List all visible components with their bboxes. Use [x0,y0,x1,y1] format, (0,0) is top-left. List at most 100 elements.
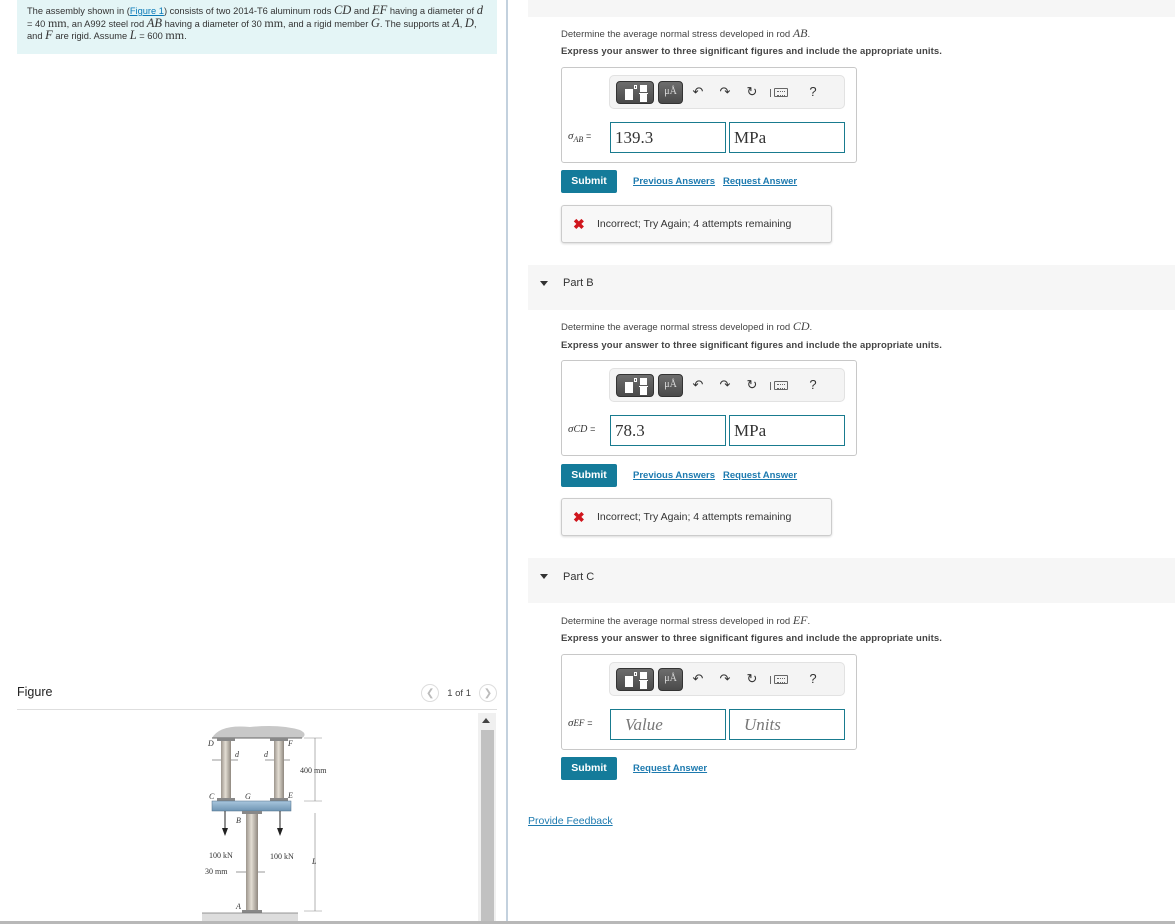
label-l: L [312,857,317,866]
rod-name: EF [792,613,808,627]
math-toolbar: μÅ ↶ ↷ ↻ ? [609,75,845,109]
reset-icon[interactable]: ↻ [744,377,760,393]
scroll-thumb[interactable] [481,730,494,921]
sigma-label: σCD = [568,423,596,435]
feedback-incorrect: ✖ Incorrect; Try Again; 4 attempts remai… [561,205,832,243]
problem-text: . [184,31,187,42]
keyboard-icon[interactable] [774,381,788,390]
request-answer-link[interactable]: Request Answer [633,763,707,774]
part-c-question: Determine the average normal stress deve… [561,613,811,627]
keyboard-divider [770,676,771,684]
rigid-member-g [211,800,292,812]
caret-down-icon [540,281,548,286]
figure-header: Figure ❮ 1 of 1 ❯ [17,680,497,710]
problem-text: , and a rigid member [283,18,371,29]
label-a: A [236,902,241,911]
left-panel: The assembly shown in (Figure 1) consist… [0,0,507,922]
keyboard-icon[interactable] [774,88,788,97]
chevron-right-icon: ❯ [483,687,493,699]
undo-icon[interactable]: ↶ [690,671,706,687]
unit-input[interactable]: MPa [729,415,845,446]
part-a-instruction: Express your answer to three significant… [561,46,942,57]
load-arrow-right [277,828,283,836]
redo-icon[interactable]: ↷ [717,671,733,687]
previous-answers-link[interactable]: Previous Answers [633,176,715,187]
label-c: C [209,792,215,801]
reset-icon[interactable]: ↻ [744,84,760,100]
part-a-question: Determine the average normal stress deve… [561,26,811,40]
part-a-header[interactable] [528,0,1175,17]
load-arrow-left [222,828,228,836]
redo-icon[interactable]: ↷ [717,84,733,100]
help-button[interactable]: ? [805,377,821,393]
redo-icon[interactable]: ↷ [717,377,733,393]
units-button[interactable]: μÅ [658,81,683,104]
prev-figure-button[interactable]: ❮ [421,684,440,702]
unit-input[interactable]: Units [729,709,845,740]
label-g: G [245,792,251,801]
part-b-label: Part B [563,277,594,289]
problem-text: having a diameter of [387,6,477,16]
label-d-support: D [208,739,214,748]
scroll-up-icon[interactable] [482,718,490,723]
label-f: F [288,739,293,748]
question-text: Determine the average normal stress deve… [561,29,793,40]
keyboard-divider [770,382,771,390]
math-cd: CD [333,3,352,17]
problem-text: . The supports at [379,18,453,29]
chevron-left-icon: ❮ [426,687,435,699]
rod-name: AB [792,26,808,40]
undo-icon[interactable]: ↶ [690,377,706,393]
request-answer-link[interactable]: Request Answer [723,176,797,187]
part-c-instruction: Express your answer to three significant… [561,633,942,644]
sigma-label: σAB = [568,130,592,145]
reset-icon[interactable]: ↻ [744,671,760,687]
math-toolbar: μÅ ↶ ↷ ↻ ? [609,662,845,696]
units-button[interactable]: μÅ [658,374,683,397]
rod-ab [246,813,258,912]
problem-text: = 40 [27,18,48,29]
template-button[interactable] [616,374,654,397]
help-button[interactable]: ? [805,671,821,687]
part-b-answer-box: μÅ ↶ ↷ ↻ ? σCD = 78.3 MPa [561,360,857,456]
request-answer-link[interactable]: Request Answer [723,470,797,481]
undo-icon[interactable]: ↶ [690,84,706,100]
problem-text: are rigid. Assume [52,31,130,42]
template-button[interactable] [616,668,654,691]
problem-text: , an A992 steel rod [66,18,147,29]
label-d1: d [235,750,239,759]
next-figure-button[interactable]: ❯ [479,684,497,702]
unit-input[interactable]: MPa [729,122,845,153]
value-input[interactable]: 78.3 [610,415,726,446]
value-input[interactable]: Value [610,709,726,740]
math-ab: AB [146,15,163,30]
part-c-header[interactable]: Part C [528,558,1175,603]
units-button[interactable]: μÅ [658,668,683,691]
sigma-subscript: CD [573,424,588,435]
math-toolbar: μÅ ↶ ↷ ↻ ? [609,368,845,402]
submit-button[interactable]: Submit [561,170,617,193]
page: The assembly shown in (Figure 1) consist… [0,0,1175,924]
label-load-left: 100 kN [209,851,233,860]
keyboard-icon[interactable] [774,675,788,684]
ceiling-support [212,726,305,738]
submit-button[interactable]: Submit [561,757,617,780]
figure-scrollbar[interactable] [478,713,496,921]
submit-button[interactable]: Submit [561,464,617,487]
template-button[interactable] [616,81,654,104]
provide-feedback-link[interactable]: Provide Feedback [528,815,613,827]
part-a-answer-box: μÅ ↶ ↷ ↻ ? σAB = 139.3 MPa [561,67,857,163]
math-a: A [452,15,460,30]
figure-link[interactable]: Figure 1 [130,6,164,16]
previous-answers-link[interactable]: Previous Answers [633,470,715,481]
sigma-subscript: AB [573,135,584,145]
part-b-header[interactable]: Part B [528,265,1175,310]
problem-text: ) consists of two 2014-T6 aluminum rods [163,6,334,16]
error-x-icon: ✖ [573,509,585,525]
math-g: G [370,15,380,30]
value-input[interactable]: 139.3 [610,122,726,153]
label-load-right: 100 kN [270,852,294,861]
math-l: L [129,28,137,43]
help-button[interactable]: ? [805,84,821,100]
figure-title: Figure [17,685,53,699]
